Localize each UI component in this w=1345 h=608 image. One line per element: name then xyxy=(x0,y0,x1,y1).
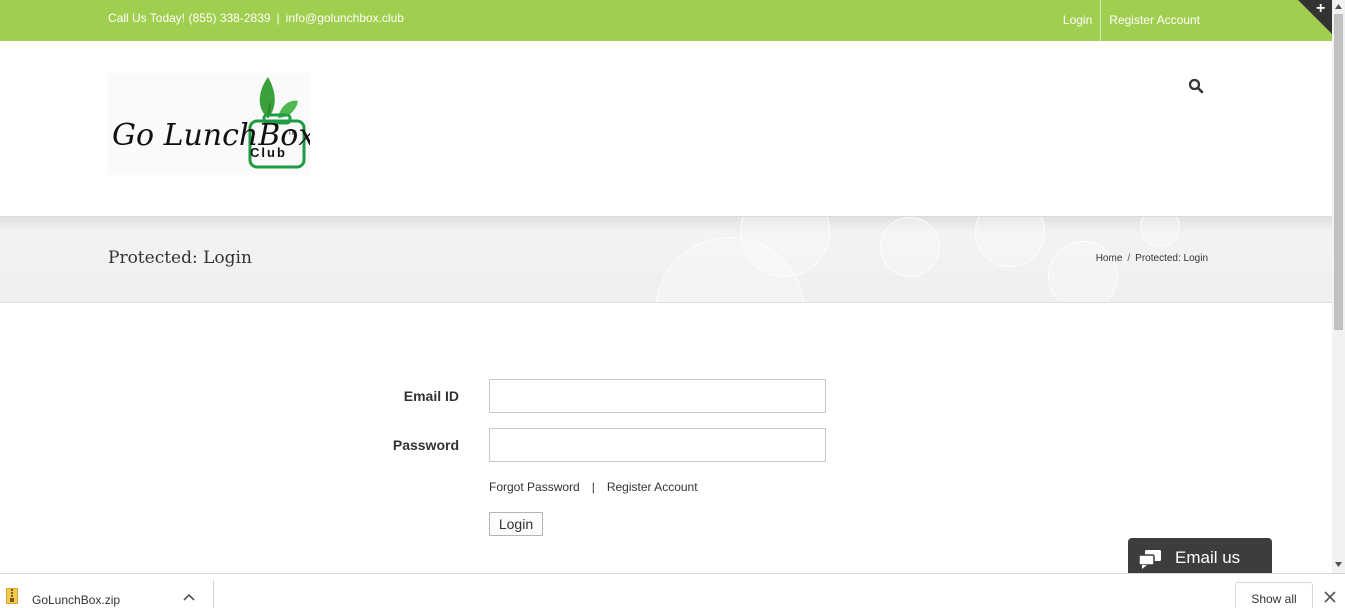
contact-info: Call Us Today! (855) 338-2839 | info@golun… xyxy=(108,11,404,25)
forgot-password-link[interactable]: Forgot Password xyxy=(489,480,580,494)
scroll-down-arrow-icon[interactable] xyxy=(1332,558,1345,571)
vertical-scrollbar[interactable] xyxy=(1332,0,1345,573)
email-field[interactable] xyxy=(489,379,826,413)
form-links-separator: | xyxy=(591,480,595,494)
email-label: Email ID xyxy=(403,388,459,404)
chevron-up-icon[interactable] xyxy=(183,593,195,601)
site-logo[interactable]: Go LunchBox Club TM xyxy=(108,73,315,175)
phone-text: Call Us Today! (855) 338-2839 xyxy=(108,11,271,25)
email-us-label: Email us xyxy=(1175,548,1241,567)
page-title: Protected: Login xyxy=(108,248,252,268)
zip-file-icon xyxy=(6,588,18,604)
page-title-bar: Protected: Login Home / Protected: Login xyxy=(0,216,1332,303)
show-all-button[interactable]: Show all xyxy=(1235,582,1313,608)
top-bar: Call Us Today! (855) 338-2839 | info@golun… xyxy=(0,0,1332,41)
form-links: Forgot Password | Register Account xyxy=(489,480,698,494)
header: Go LunchBox Club TM xyxy=(0,41,1332,216)
top-nav: Login Register Account xyxy=(1055,0,1208,41)
email-us-widget[interactable]: Email us xyxy=(1128,538,1272,578)
top-login-link[interactable]: Login xyxy=(1055,0,1100,41)
close-icon[interactable] xyxy=(1323,590,1337,604)
breadcrumb: Home / Protected: Login xyxy=(1096,253,1208,264)
register-account-link[interactable]: Register Account xyxy=(607,480,698,494)
login-button[interactable]: Login xyxy=(489,512,543,536)
plus-icon: + xyxy=(1316,0,1326,17)
contact-separator: | xyxy=(276,11,280,25)
password-field[interactable] xyxy=(489,428,826,462)
download-bar: GoLunchBox.zip Show all xyxy=(0,573,1345,608)
scrollbar-thumb[interactable] xyxy=(1334,14,1343,330)
breadcrumb-current: Protected: Login xyxy=(1135,253,1208,264)
password-label: Password xyxy=(392,437,459,453)
breadcrumb-separator: / xyxy=(1127,253,1131,264)
sliding-bar-toggle[interactable] xyxy=(1298,0,1332,34)
email-link[interactable]: info@golunchbox.club xyxy=(286,11,404,25)
logo-subtext: Club xyxy=(250,145,287,160)
breadcrumb-home-link[interactable]: Home xyxy=(1096,253,1123,264)
logo-tm: TM xyxy=(288,131,297,137)
download-file-name[interactable]: GoLunchBox.zip xyxy=(32,593,120,607)
browser-page: Call Us Today! (855) 338-2839 | info@golun… xyxy=(0,0,1345,608)
search-icon[interactable] xyxy=(1188,78,1204,94)
chat-bubbles-icon xyxy=(1138,550,1161,569)
scroll-up-arrow-icon[interactable] xyxy=(1332,0,1345,13)
top-register-link[interactable]: Register Account xyxy=(1101,0,1208,41)
